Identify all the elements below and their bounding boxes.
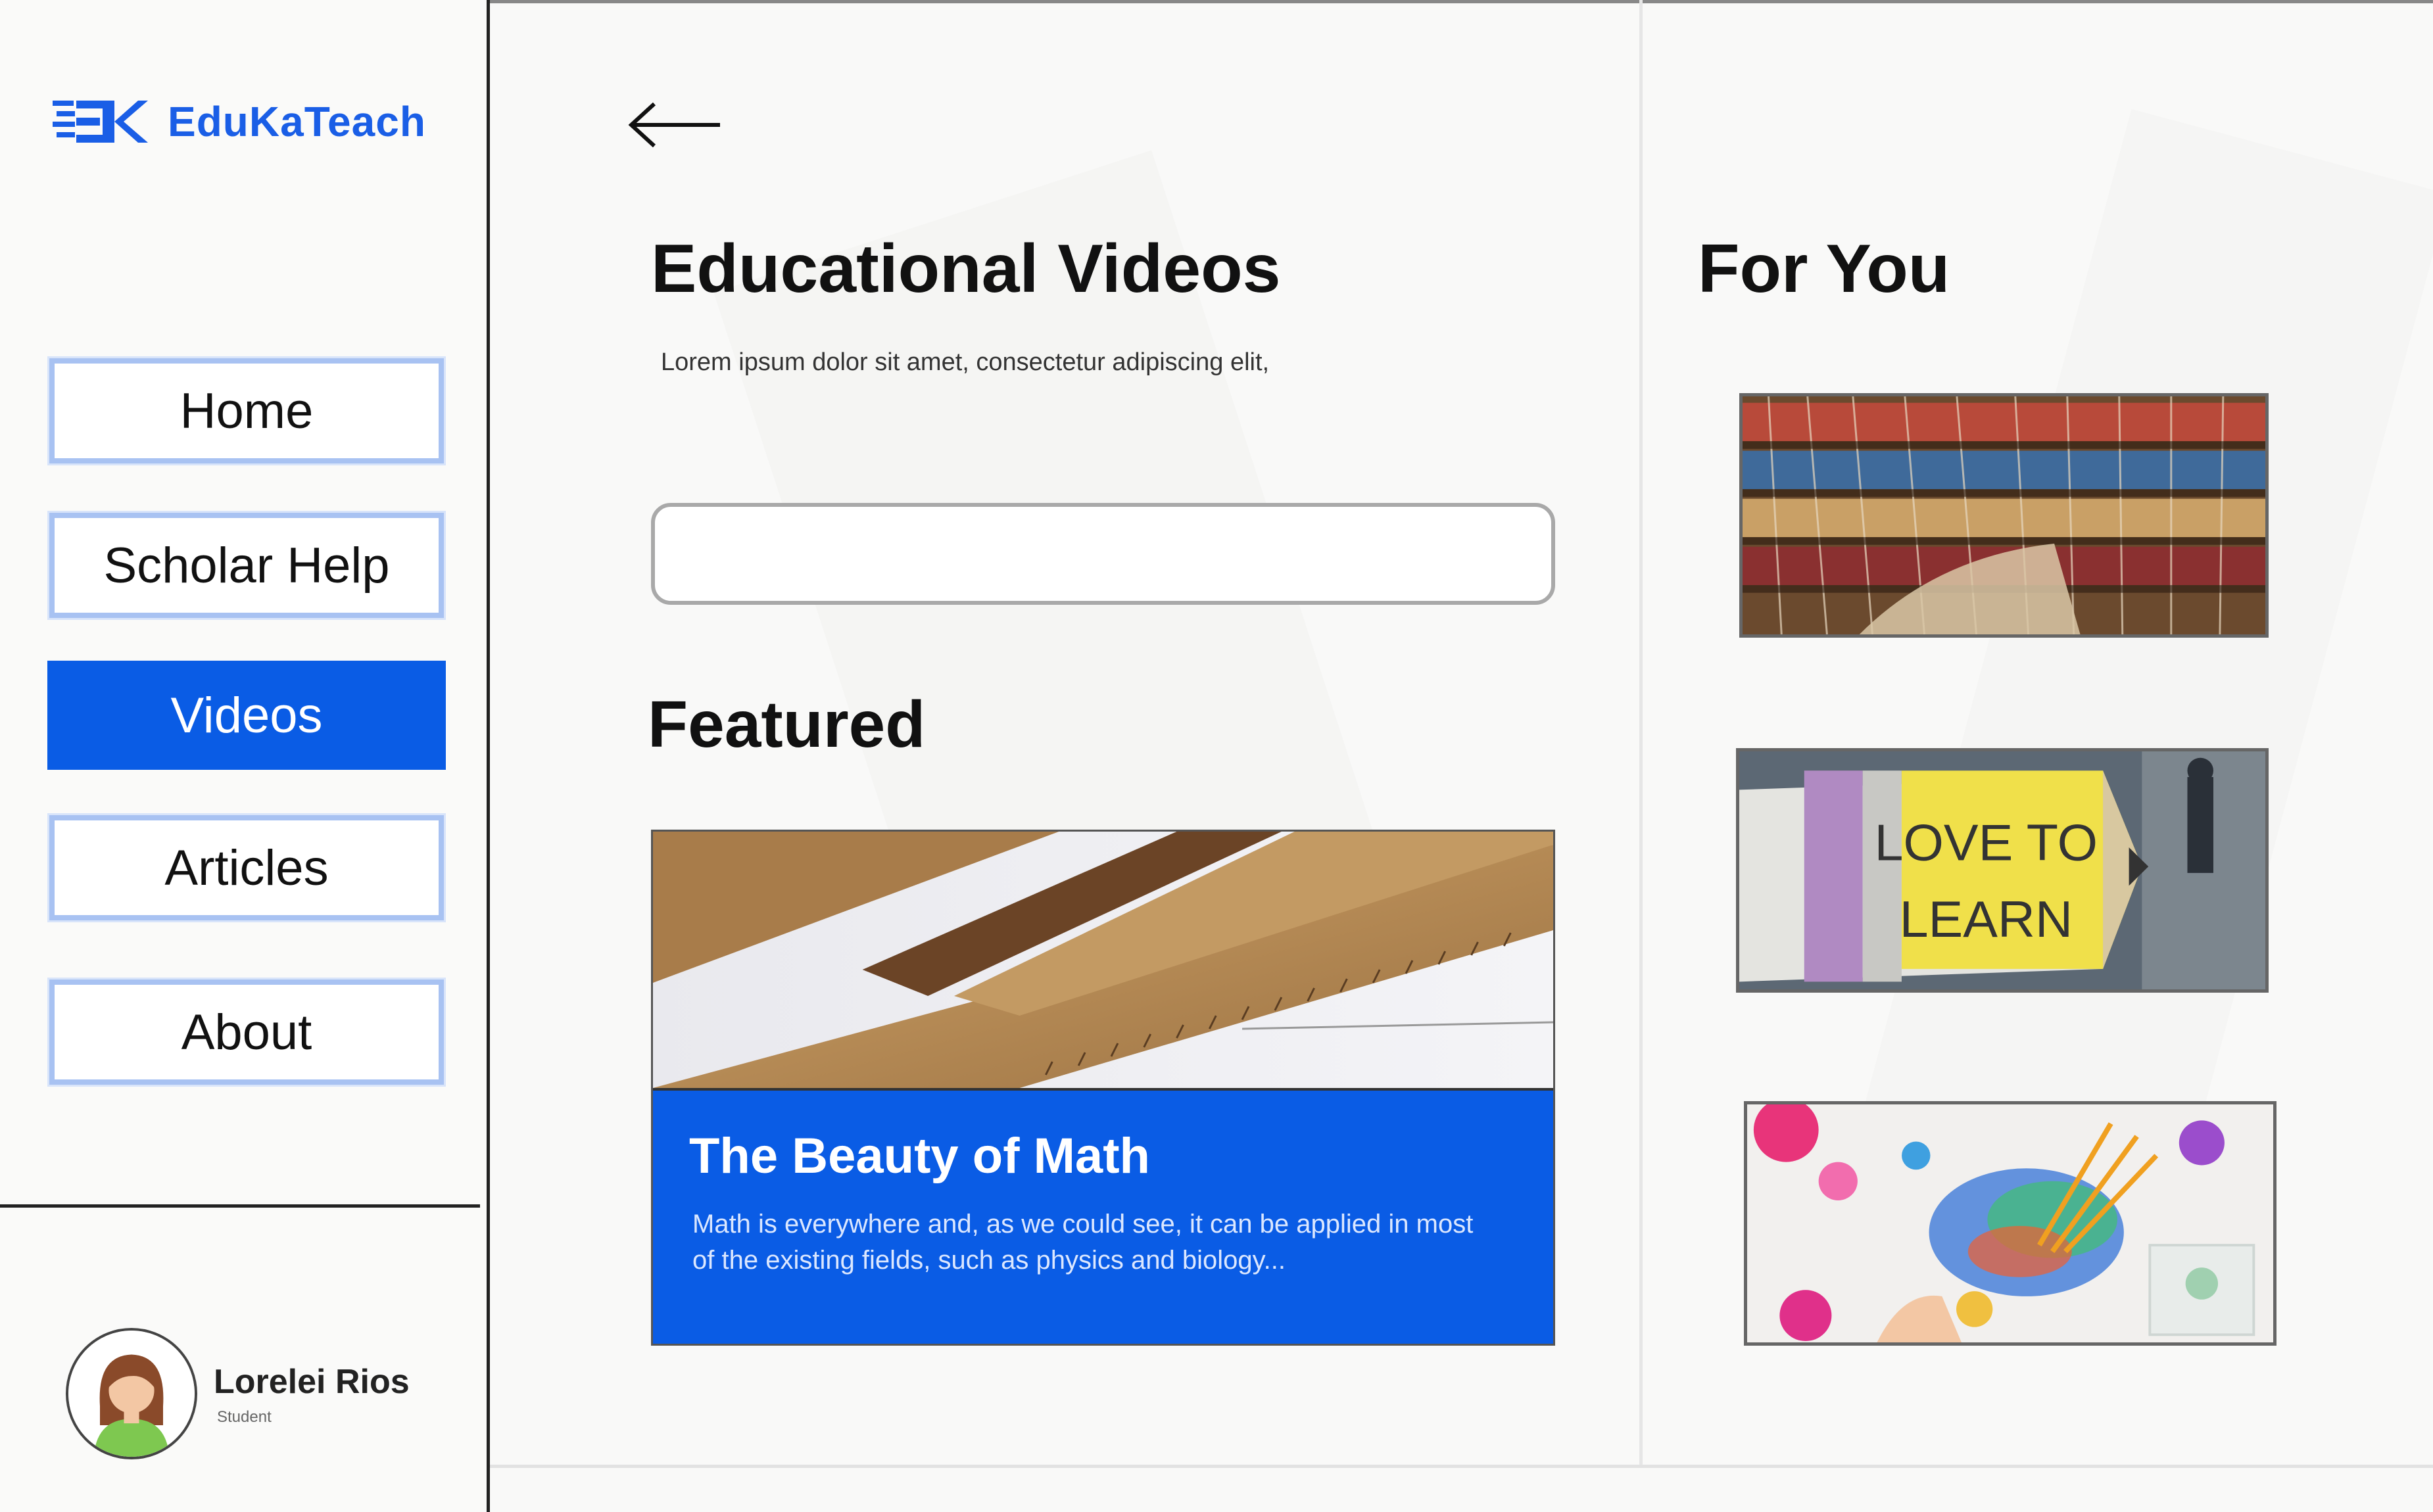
nav-home-button[interactable]: Home: [47, 356, 446, 465]
user-role: Student: [217, 1408, 272, 1426]
page-description: Lorem ipsum dolor sit amet, consectetur …: [661, 348, 1270, 376]
ek-logo-icon: [53, 101, 148, 143]
avatar[interactable]: [66, 1328, 197, 1459]
brand-name: EduKaTeach: [168, 98, 426, 145]
pencil-text-line2: LEARN: [1900, 891, 2073, 948]
for-you-item-paint[interactable]: [1744, 1101, 2276, 1346]
for-you-heading: For You: [1698, 231, 1950, 307]
user-avatar-icon: [68, 1331, 195, 1457]
love-to-learn-pencil-image: LOVE TO LEARN: [1739, 751, 2265, 989]
paint-splatter-image: [1747, 1104, 2273, 1342]
featured-video-description: Math is everywhere and, as we could see,…: [692, 1210, 1474, 1275]
nav-about-button[interactable]: About: [47, 978, 446, 1087]
wooden-rulers-image: [653, 832, 1553, 1091]
library-bookshelves-image: [1743, 396, 2265, 634]
sidebar: EduKaTeach Home Scholar Help Videos Arti…: [0, 0, 490, 1512]
column-divider: [1639, 0, 1643, 1466]
pencil-text-line1: LOVE TO: [1875, 814, 2098, 871]
profile-divider: [0, 1204, 480, 1208]
for-you-item-library[interactable]: [1739, 393, 2269, 638]
nav-videos-button[interactable]: Videos: [47, 661, 446, 770]
arrow-left-icon[interactable]: [625, 99, 723, 151]
featured-video-card[interactable]: The Beauty of Math Math is everywhere an…: [651, 830, 1555, 1346]
top-border: [490, 0, 2433, 3]
page-title: Educational Videos: [651, 231, 1281, 307]
nav-articles-button[interactable]: Articles: [47, 813, 446, 922]
brand-logo[interactable]: EduKaTeach: [53, 95, 426, 148]
nav-scholar-help-button[interactable]: Scholar Help: [47, 511, 446, 620]
search-input[interactable]: [651, 503, 1555, 605]
user-name: Lorelei Rios: [214, 1363, 410, 1401]
featured-heading: Featured: [648, 688, 926, 761]
bottom-border: [490, 1465, 2433, 1468]
featured-video-title: The Beauty of Math: [689, 1128, 1150, 1184]
for-you-item-love-to-learn[interactable]: LOVE TO LEARN: [1736, 748, 2269, 993]
